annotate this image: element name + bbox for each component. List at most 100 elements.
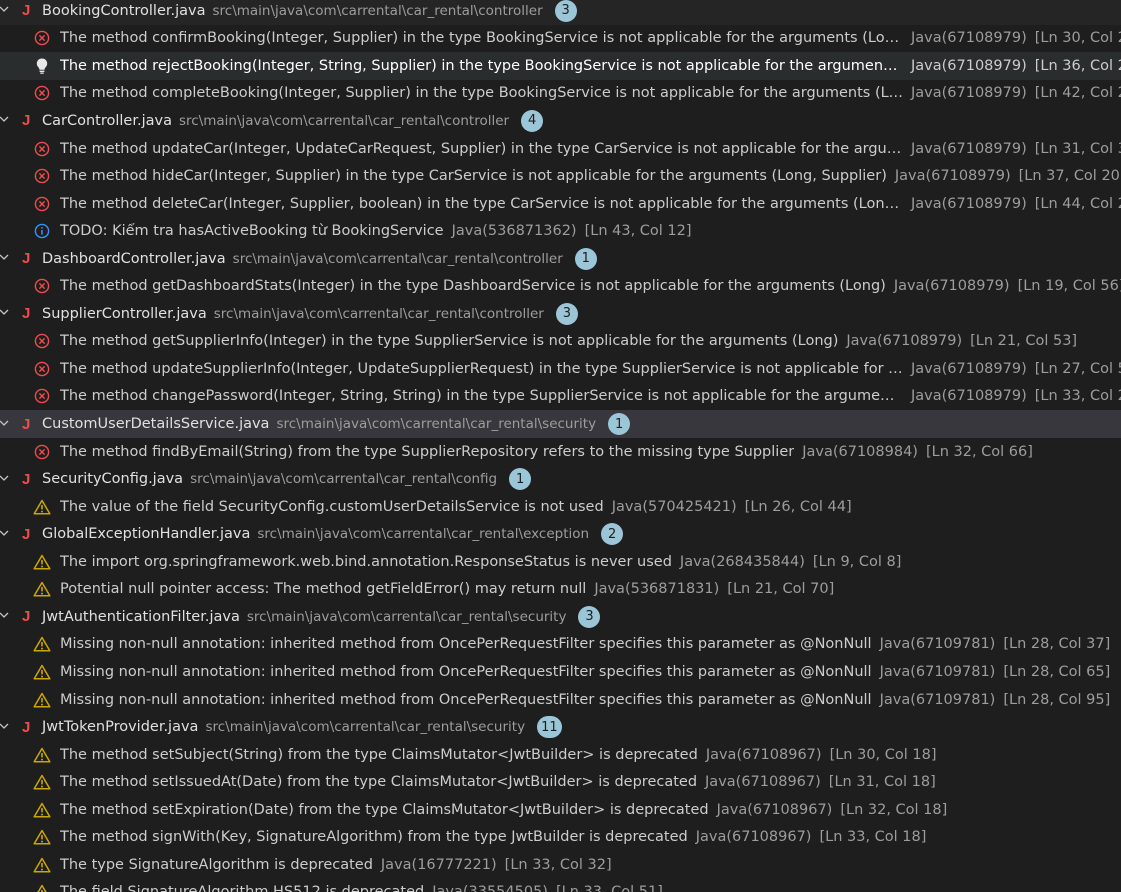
problem-text: Missing non-null annotation: inherited m… (60, 664, 1110, 680)
error-circle-icon (33, 29, 51, 47)
problem-row[interactable]: The method getSupplierInfo(Integer) in t… (0, 328, 1121, 356)
problem-source: Java(67108967) (705, 746, 822, 763)
problem-row[interactable]: The field SignatureAlgorithm.HS512 is de… (0, 879, 1121, 892)
chevron-down-icon[interactable] (0, 721, 9, 734)
problem-source: Java(67108979) (911, 195, 1027, 212)
file-path: src\main\java\com\carrental\car_rental\s… (205, 719, 526, 736)
file-label: GlobalExceptionHandler.java src\main\java… (42, 523, 624, 546)
chevron-down-icon[interactable] (0, 528, 9, 541)
file-name: CustomUserDetailsService.java (42, 416, 270, 432)
file-row[interactable]: J BookingController.java src\main\java\com… (0, 0, 1121, 25)
problem-message: The method rejectBooking(Integer, String… (60, 57, 903, 74)
file-row[interactable]: J CarController.java src\main\java\com\car… (0, 107, 1121, 135)
file-row[interactable]: J JwtTokenProvider.java src\main\java\com\… (0, 713, 1121, 741)
problem-location: [Ln 28, Col 37] (1003, 636, 1111, 653)
file-name: JwtTokenProvider.java (42, 719, 199, 736)
problem-row[interactable]: The method changePassword(Integer, Strin… (0, 383, 1121, 411)
problem-source: Java(536871831) (594, 581, 720, 598)
problem-source: Java(67108979) (911, 85, 1027, 102)
problem-row[interactable]: Missing non-null annotation: inherited m… (0, 686, 1121, 714)
problem-row[interactable]: The method findByEmail(String) from the … (0, 438, 1121, 466)
file-path: src\main\java\com\carrental\car_rental\s… (246, 608, 567, 625)
chevron-down-icon[interactable] (0, 114, 9, 127)
problem-row[interactable]: The method signWith(Key, SignatureAlgori… (0, 824, 1121, 852)
problem-row[interactable]: Potential null pointer access: The metho… (0, 576, 1121, 604)
problem-row[interactable]: The method updateSupplierInfo(Integer, U… (0, 355, 1121, 383)
problem-message: TODO: Kiểm tra hasActiveBooking từ Booki… (60, 223, 444, 240)
problem-message: Missing non-null annotation: inherited m… (60, 691, 872, 708)
error-circle-icon (33, 195, 51, 213)
problem-count-badge: 1 (574, 247, 597, 270)
chevron-down-icon[interactable] (0, 252, 9, 265)
problem-text: The method updateCar(Integer, UpdateCarR… (60, 141, 1121, 157)
problem-row[interactable]: The method confirmBooking(Integer, Suppl… (0, 25, 1121, 53)
warning-triangle-icon (33, 635, 51, 653)
problem-message: The method changePassword(Integer, Strin… (60, 388, 903, 405)
problem-text: The method setIssuedAt(Date) from the ty… (60, 774, 936, 790)
file-label: CustomUserDetailsService.java src\main\ja… (42, 413, 631, 435)
problem-row[interactable]: The type SignatureAlgorithm is deprecate… (0, 851, 1121, 879)
problem-count-badge: 4 (521, 109, 544, 132)
problem-source: Java(67108979) (911, 360, 1027, 377)
warning-triangle-icon (33, 580, 51, 598)
problem-row[interactable]: The method setExpiration(Date) from the … (0, 796, 1121, 824)
error-circle-icon (33, 167, 51, 185)
problem-row[interactable]: The import org.springframework.web.bind.… (0, 548, 1121, 576)
file-row[interactable]: J CustomUserDetailsService.java src\main\j… (0, 410, 1121, 438)
file-row[interactable]: J DashboardController.java src\main\java\c… (0, 245, 1121, 273)
problem-row[interactable]: The method setSubject(String) from the t… (0, 741, 1121, 769)
problem-message: The method signWith(Key, SignatureAlgori… (60, 829, 688, 846)
problem-location: [Ln 33, Col 25] (1034, 388, 1121, 405)
problem-message: Missing non-null annotation: inherited m… (60, 663, 872, 680)
problem-message: The method setSubject(String) from the t… (60, 746, 698, 763)
file-row[interactable]: J JwtAuthenticationFilter.java src\main\ja… (0, 603, 1121, 631)
problem-message: The method setIssuedAt(Date) from the ty… (60, 774, 698, 791)
problem-message: The method getDashboardStats(Integer) in… (60, 278, 886, 295)
problem-row[interactable]: The method updateCar(Integer, UpdateCarR… (0, 135, 1121, 163)
problem-text: The method getDashboardStats(Integer) in… (60, 278, 1121, 294)
problem-row[interactable]: Missing non-null annotation: inherited m… (0, 631, 1121, 659)
problem-text: The method getSupplierInfo(Integer) in t… (60, 333, 1077, 349)
problem-location: [Ln 21, Col 53] (970, 333, 1078, 350)
problem-source: Java(67108984) (802, 443, 918, 460)
problem-location: [Ln 21, Col 70] (727, 581, 835, 598)
problem-message: Potential null pointer access: The metho… (60, 581, 587, 598)
file-label: SupplierController.java src\main\java\com… (42, 302, 578, 325)
problem-row[interactable]: The method deleteCar(Integer, Supplier, … (0, 190, 1121, 218)
problem-row[interactable]: TODO: Kiểm tra hasActiveBooking từ Booki… (0, 217, 1121, 245)
problem-row[interactable]: The value of the field SecurityConfig.cu… (0, 493, 1121, 521)
problem-count-badge: 2 (601, 523, 624, 546)
problem-row[interactable]: The method setIssuedAt(Date) from the ty… (0, 768, 1121, 796)
problem-row[interactable]: The method getDashboardStats(Integer) in… (0, 273, 1121, 301)
file-row[interactable]: J SupplierController.java src\main\java\co… (0, 300, 1121, 328)
warning-triangle-icon (33, 828, 51, 846)
file-row[interactable]: J SecurityConfig.java src\main\java\com\ca… (0, 465, 1121, 493)
warning-triangle-icon (33, 801, 51, 819)
chevron-down-icon[interactable] (0, 4, 9, 17)
lightbulb-icon (33, 57, 51, 75)
chevron-down-icon[interactable] (0, 307, 9, 320)
error-circle-icon (33, 387, 51, 405)
problem-location: [Ln 32, Col 18] (840, 801, 948, 818)
error-circle-icon (33, 443, 51, 461)
problem-row[interactable]: Missing non-null annotation: inherited m… (0, 658, 1121, 686)
problem-message: Missing non-null annotation: inherited m… (60, 636, 872, 653)
problem-source: Java(67108967) (716, 801, 833, 818)
file-name: GlobalExceptionHandler.java (42, 526, 251, 543)
warning-triangle-icon (33, 553, 51, 571)
problem-row[interactable]: The method rejectBooking(Integer, String… (0, 52, 1121, 80)
problem-text: The method findByEmail(String) from the … (60, 444, 1033, 460)
problem-row[interactable]: The method hideCar(Integer, Supplier) in… (0, 162, 1121, 190)
warning-triangle-icon (33, 663, 51, 681)
chevron-down-icon[interactable] (0, 610, 9, 623)
file-path: src\main\java\com\carrental\car_rental\c… (190, 471, 498, 488)
problem-location: [Ln 36, Col 24] (1034, 57, 1121, 74)
problem-message: The method setExpiration(Date) from the … (60, 801, 709, 818)
info-circle-icon (33, 222, 51, 240)
problem-row[interactable]: The method completeBooking(Integer, Supp… (0, 80, 1121, 108)
chevron-down-icon[interactable] (0, 473, 9, 486)
file-row[interactable]: J GlobalExceptionHandler.java src\main\jav… (0, 520, 1121, 548)
problem-source: Java(268435844) (679, 553, 805, 570)
file-name: DashboardController.java (42, 250, 226, 267)
chevron-down-icon[interactable] (0, 418, 9, 431)
